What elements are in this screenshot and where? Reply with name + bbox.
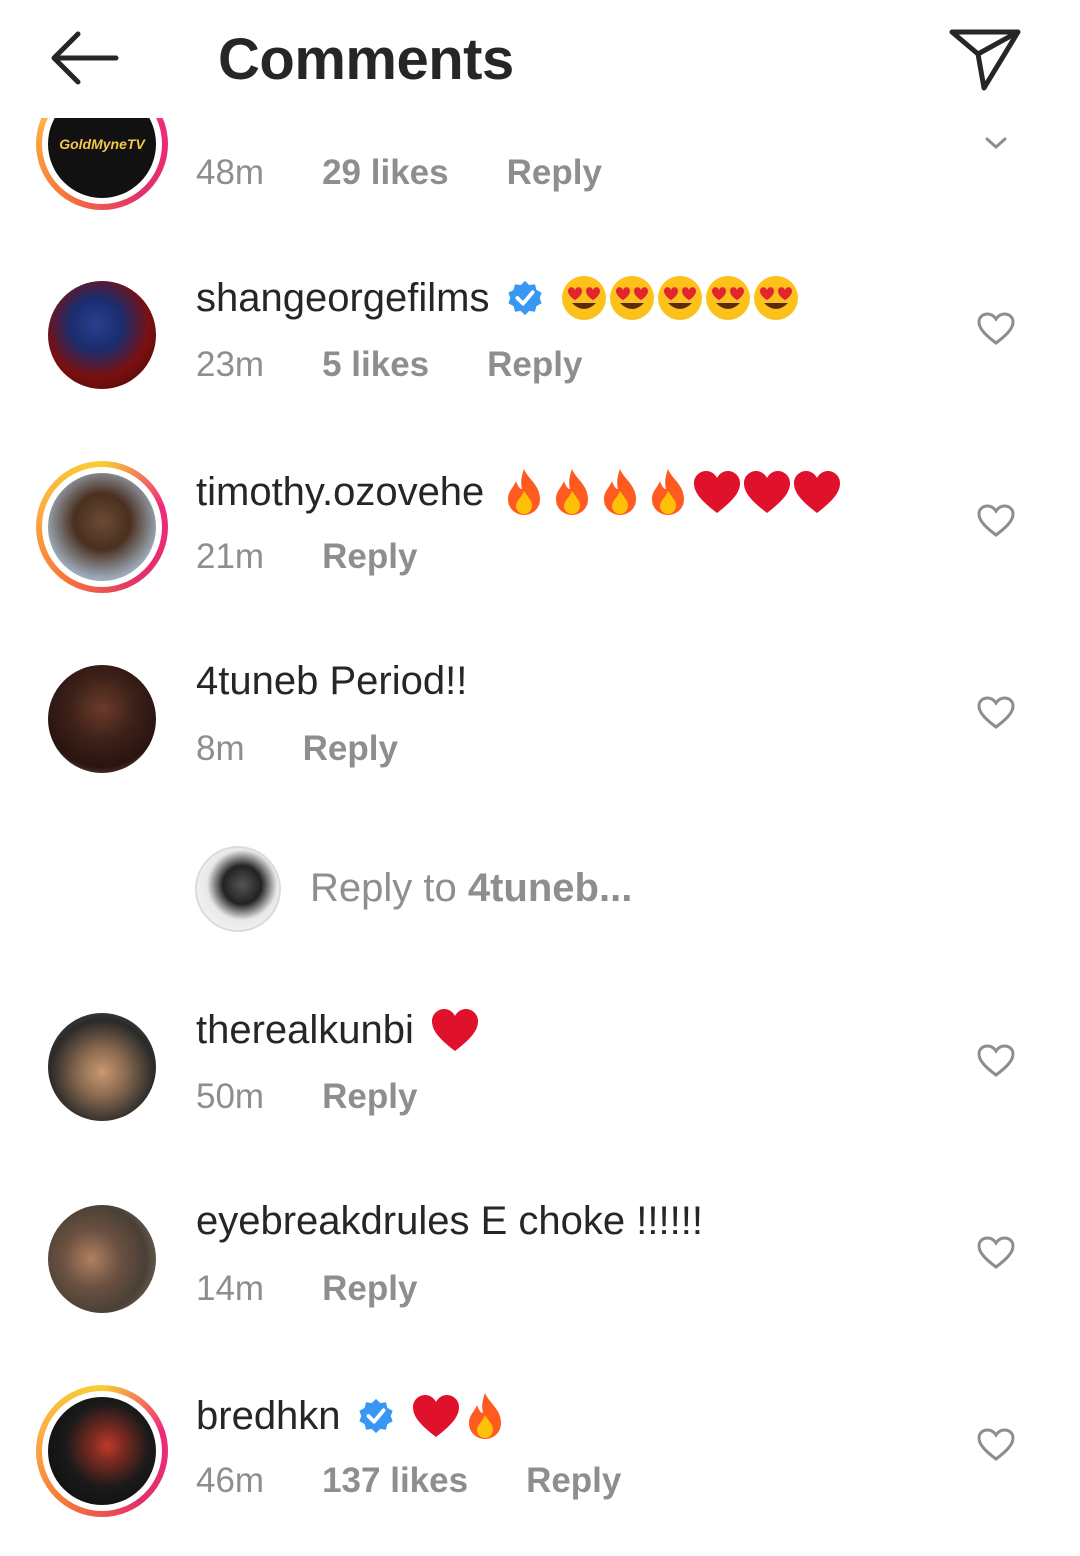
red-heart-emoji-icon bbox=[694, 471, 741, 513]
heart-eyes-emoji-icon bbox=[609, 276, 654, 320]
heart-outline-icon[interactable] bbox=[977, 696, 1015, 730]
red-heart-emoji-icon bbox=[412, 1395, 459, 1437]
avatar-story-ring[interactable] bbox=[36, 1385, 168, 1517]
avatar bbox=[195, 846, 281, 932]
reply-button[interactable]: Reply bbox=[526, 1461, 621, 1501]
reply-button[interactable]: Reply bbox=[487, 345, 582, 385]
comment-time: 46m bbox=[196, 1461, 265, 1500]
heart-outline-icon[interactable] bbox=[977, 1044, 1015, 1078]
avatar-logo-text: GoldMyneTV bbox=[59, 136, 145, 152]
comment-meta: 50m Reply bbox=[196, 1077, 475, 1117]
emoji-group bbox=[560, 275, 800, 321]
fire-emoji-icon bbox=[508, 469, 541, 515]
reply-button[interactable]: Reply bbox=[303, 729, 398, 769]
reply-button[interactable]: Reply bbox=[322, 1077, 417, 1117]
fire-emoji-icon bbox=[604, 469, 637, 515]
emoji-group bbox=[430, 1007, 480, 1053]
verified-badge-icon bbox=[507, 280, 542, 316]
verified-badge-icon bbox=[358, 1398, 393, 1434]
comment-body: shangeorgefilms bbox=[196, 275, 800, 321]
comment-meta: 14m Reply bbox=[196, 1269, 475, 1309]
heart-eyes-emoji-icon bbox=[705, 276, 750, 320]
avatar[interactable] bbox=[48, 1205, 156, 1313]
heart-outline-icon[interactable] bbox=[977, 1428, 1015, 1462]
heart-outline-icon[interactable] bbox=[977, 504, 1015, 538]
reply-button[interactable]: Reply bbox=[322, 1269, 417, 1309]
red-heart-emoji-icon bbox=[794, 471, 841, 513]
comment-body: bredhkn bbox=[196, 1391, 509, 1441]
heart-outline-icon[interactable] bbox=[977, 1236, 1015, 1270]
heart-eyes-emoji-icon bbox=[561, 276, 606, 320]
comment-username[interactable]: 4tuneb bbox=[196, 659, 318, 704]
avatar[interactable] bbox=[48, 1013, 156, 1121]
comment-meta: 21m Reply bbox=[196, 537, 475, 577]
comment-meta: 48m 29 likes Reply bbox=[196, 153, 660, 193]
avatar[interactable] bbox=[48, 281, 156, 389]
comment-time: 21m bbox=[196, 537, 265, 576]
emoji-group bbox=[411, 1391, 509, 1441]
comment-time: 8m bbox=[196, 729, 245, 768]
paper-plane-icon[interactable] bbox=[948, 26, 1022, 92]
comment-username[interactable]: eyebreakdrules bbox=[196, 1199, 470, 1244]
comment-meta: 23m 5 likes Reply bbox=[196, 345, 640, 385]
reply-input-row[interactable]: Reply to 4tuneb... bbox=[0, 840, 1080, 940]
comment-meta: 8m Reply bbox=[196, 729, 456, 769]
avatar[interactable] bbox=[48, 665, 156, 773]
avatar bbox=[48, 1397, 156, 1505]
emoji-group bbox=[500, 467, 842, 517]
header-bar: Comments bbox=[0, 0, 1080, 118]
reply-input-placeholder[interactable]: Reply to 4tuneb... bbox=[310, 866, 632, 911]
arrow-left-icon[interactable] bbox=[48, 30, 120, 86]
comment-meta: 46m 137 likes Reply bbox=[196, 1461, 679, 1501]
likes-count[interactable]: 137 likes bbox=[322, 1461, 468, 1501]
comment-text: Period!! bbox=[329, 659, 468, 703]
comment-username[interactable]: shangeorgefilms bbox=[196, 276, 490, 321]
comment-username[interactable]: timothy.ozovehe bbox=[196, 470, 484, 515]
comment-body: 4tuneb Period!! bbox=[196, 659, 467, 704]
heart-eyes-emoji-icon bbox=[657, 276, 702, 320]
comment-username[interactable]: therealkunbi bbox=[196, 1008, 414, 1053]
heart-eyes-emoji-icon bbox=[753, 276, 798, 320]
comment-body: therealkunbi bbox=[196, 1007, 480, 1053]
comment-body: eyebreakdrules E choke !!!!!! bbox=[196, 1199, 703, 1244]
comment-time: 48m bbox=[196, 153, 265, 192]
reply-button[interactable]: Reply bbox=[507, 153, 602, 193]
comment-time: 23m bbox=[196, 345, 265, 384]
heart-outline-icon[interactable] bbox=[977, 312, 1015, 346]
avatar-story-ring[interactable] bbox=[36, 461, 168, 593]
comment-text: E choke !!!!!! bbox=[480, 1199, 703, 1243]
comment-body: timothy.ozovehe bbox=[196, 467, 842, 517]
chevron-down-icon[interactable] bbox=[984, 136, 1008, 150]
avatar bbox=[48, 473, 156, 581]
comment-username[interactable]: bredhkn bbox=[196, 1394, 341, 1439]
likes-count[interactable]: 5 likes bbox=[322, 345, 429, 385]
fire-emoji-icon bbox=[556, 469, 589, 515]
red-heart-emoji-icon bbox=[431, 1009, 478, 1051]
fire-emoji-icon bbox=[652, 469, 685, 515]
page-title: Comments bbox=[218, 27, 514, 92]
reply-button[interactable]: Reply bbox=[322, 537, 417, 577]
comment-time: 14m bbox=[196, 1269, 265, 1308]
comment-time: 50m bbox=[196, 1077, 265, 1116]
fire-emoji-icon bbox=[468, 1393, 501, 1439]
likes-count[interactable]: 29 likes bbox=[322, 153, 449, 193]
red-heart-emoji-icon bbox=[744, 471, 791, 513]
